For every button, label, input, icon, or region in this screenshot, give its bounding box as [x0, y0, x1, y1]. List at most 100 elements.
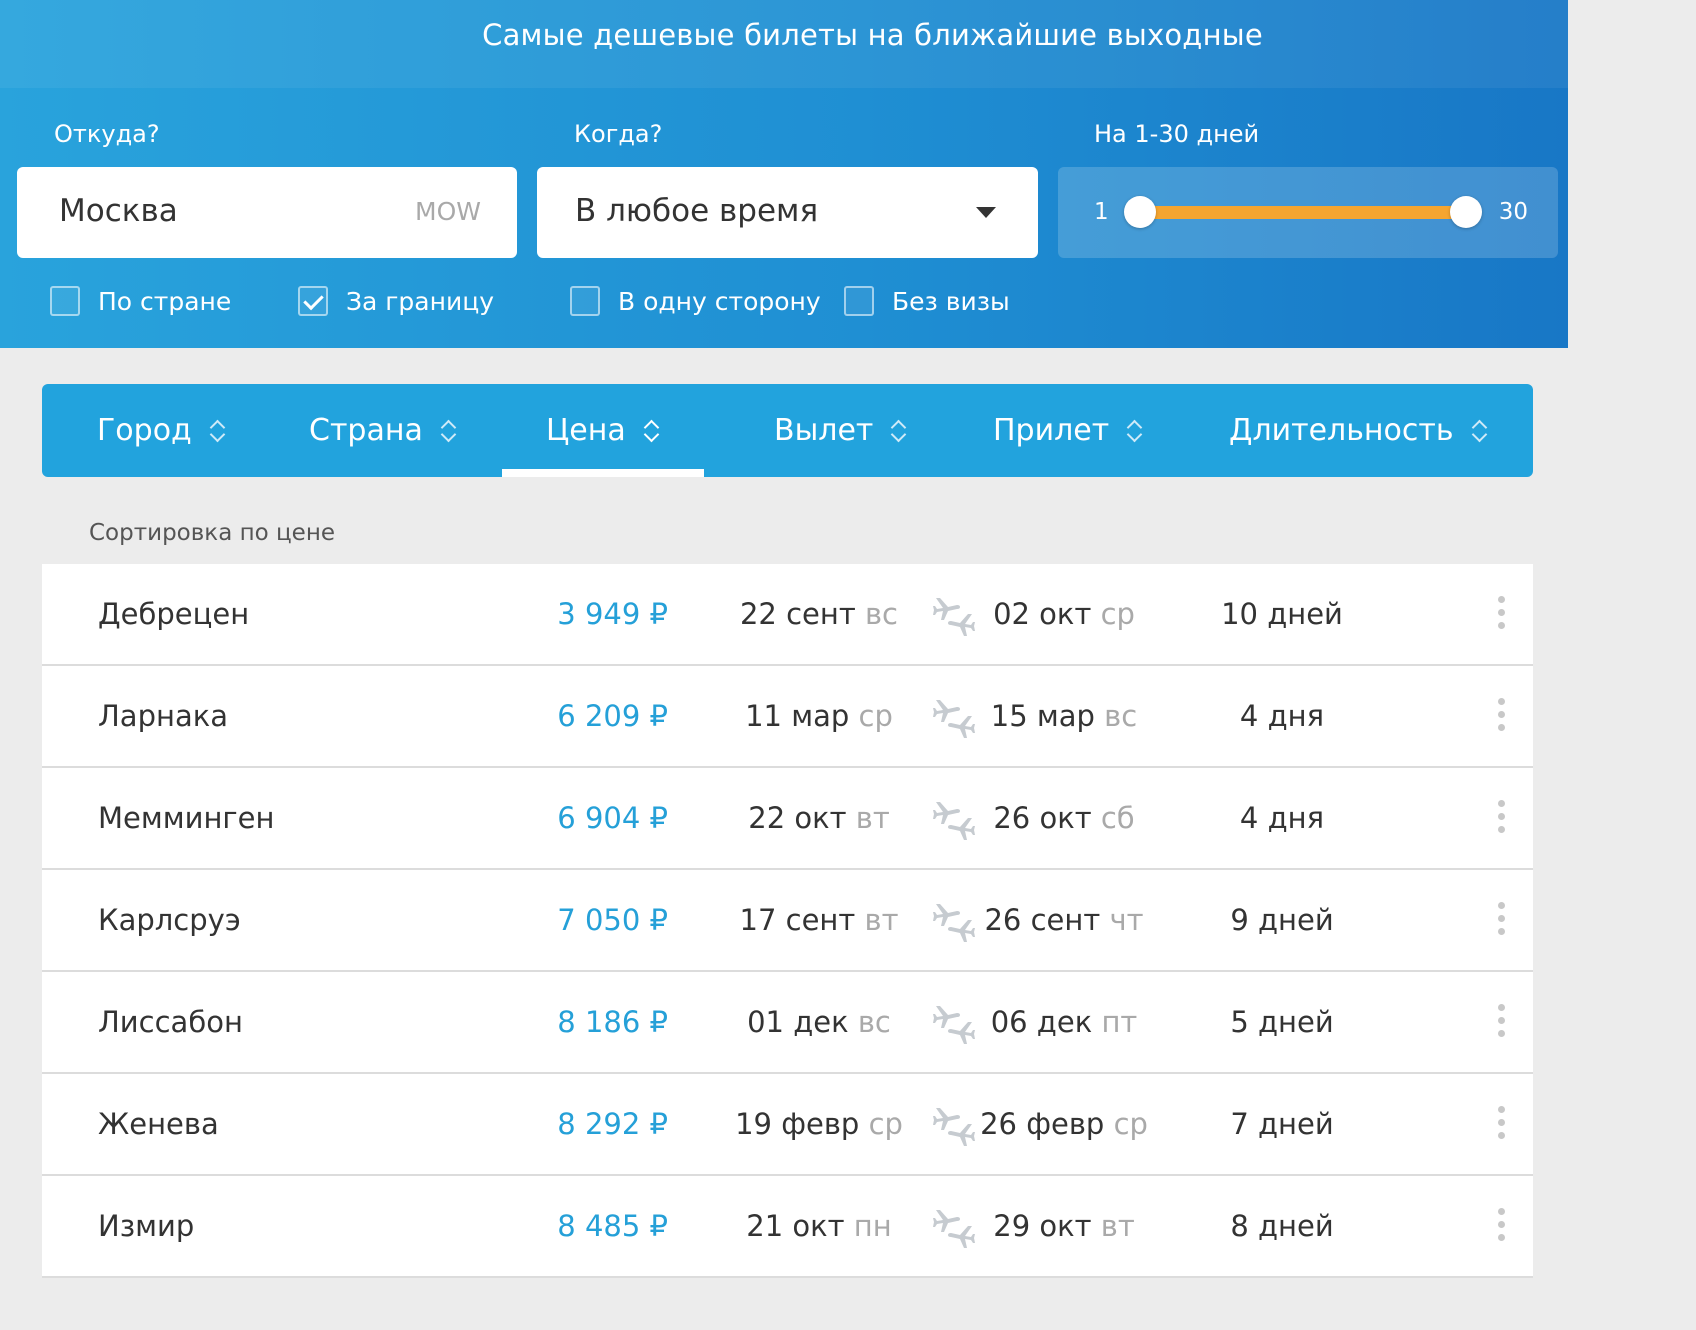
checkbox-label: В одну сторону: [618, 286, 821, 316]
when-dropdown[interactable]: В любое время: [537, 167, 1038, 258]
sort-chevrons-icon: [644, 419, 658, 443]
departure-weekday: вс: [857, 1005, 891, 1039]
departure-weekday: вт: [864, 903, 899, 937]
arrival-day-month: 29 окт: [993, 1209, 1092, 1243]
price: 8 186 ₽: [557, 1005, 668, 1039]
duration-label: На 1-30 дней: [1094, 120, 1260, 148]
checkbox-checked-icon[interactable]: [298, 286, 328, 316]
arrival-weekday: ср: [1113, 1107, 1148, 1141]
tab-label: Вылет: [774, 413, 874, 448]
arrival-weekday: чт: [1109, 903, 1144, 937]
checkbox-icon[interactable]: [50, 286, 80, 316]
result-row[interactable]: Дебрецен 3 949 ₽ 22 сент вс 02 окт ср 10 дне…: [42, 564, 1533, 666]
trip-duration: 4 дня: [1239, 699, 1325, 733]
more-vertical-icon[interactable]: [1498, 1208, 1506, 1244]
arrival-date: 26 февр ср: [967, 1074, 1161, 1174]
departure-weekday: вс: [864, 597, 899, 631]
sort-chevrons-icon: [1472, 419, 1486, 443]
caret-down-icon: [976, 207, 996, 218]
from-airport-code: MOW: [415, 197, 481, 226]
duration-max: 30: [1498, 199, 1528, 225]
more-vertical-icon[interactable]: [1498, 902, 1506, 938]
tab-arrival[interactable]: Прилет: [993, 384, 1141, 477]
result-row[interactable]: Мемминген 6 904 ₽ 22 окт вт 26 окт сб 4 дня: [42, 768, 1533, 870]
tab-label: Город: [97, 413, 192, 448]
checkbox-domestic[interactable]: По стране: [50, 283, 231, 319]
arrival-date: 06 дек пт: [967, 972, 1161, 1072]
departure-weekday: ср: [868, 1107, 903, 1141]
more-vertical-icon[interactable]: [1498, 698, 1506, 734]
more-vertical-icon[interactable]: [1498, 1004, 1506, 1040]
departure-date: 22 сент вс: [722, 564, 916, 664]
departure-date: 21 окт пн: [722, 1176, 916, 1276]
tab-city[interactable]: Город: [97, 384, 224, 477]
trip-duration: 10 дней: [1221, 597, 1343, 631]
departure-day-month: 11 мар: [745, 699, 850, 733]
checkbox-label: Без визы: [892, 286, 1010, 316]
departure-day-month: 19 февр: [735, 1107, 860, 1141]
departure-weekday: ср: [858, 699, 893, 733]
checkbox-icon[interactable]: [844, 286, 874, 316]
from-field[interactable]: Москва MOW: [17, 167, 517, 258]
arrival-day-month: 06 дек: [990, 1005, 1093, 1039]
result-row[interactable]: Измир 8 485 ₽ 21 окт пн 29 окт вт 8 дней: [42, 1176, 1533, 1278]
departure-date: 11 мар ср: [722, 666, 916, 766]
more-vertical-icon[interactable]: [1498, 596, 1506, 632]
checkbox-label: По стране: [98, 286, 232, 316]
sort-tabs: Город Страна Цена Вылет Прилет Длительно…: [42, 384, 1533, 477]
city-name: Женева: [98, 1107, 219, 1141]
arrival-weekday: ср: [1100, 597, 1135, 631]
results-list: Дебрецен 3 949 ₽ 22 сент вс 02 окт ср 10 дне…: [42, 564, 1533, 1278]
slider-thumb-min[interactable]: [1124, 196, 1156, 228]
checkbox-one-way[interactable]: В одну сторону: [570, 283, 821, 319]
arrival-date: 15 мар вс: [967, 666, 1161, 766]
tab-departure[interactable]: Вылет: [774, 384, 905, 477]
city-name: Лиссабон: [98, 1005, 243, 1039]
more-vertical-icon[interactable]: [1498, 1106, 1506, 1142]
slider-thumb-max[interactable]: [1450, 196, 1482, 228]
departure-day-month: 22 сент: [739, 597, 856, 631]
result-row[interactable]: Ларнака 6 209 ₽ 11 мар ср 15 мар вс 4 дня: [42, 666, 1533, 768]
tab-label: Цена: [546, 413, 626, 448]
arrival-day-month: 26 окт: [993, 801, 1092, 835]
price: 6 209 ₽: [557, 699, 668, 733]
sort-chevrons-icon: [210, 419, 224, 443]
tab-duration[interactable]: Длительность: [1229, 384, 1486, 477]
more-vertical-icon[interactable]: [1498, 800, 1506, 836]
tab-label: Прилет: [993, 413, 1110, 448]
departure-weekday: пн: [853, 1209, 892, 1243]
active-tab-indicator: [502, 469, 704, 477]
tab-country[interactable]: Страна: [309, 384, 455, 477]
from-label: Откуда?: [54, 120, 160, 148]
arrival-date: 26 сент чт: [967, 870, 1161, 970]
city-name: Ларнака: [98, 699, 229, 733]
result-row[interactable]: Женева 8 292 ₽19 февр ср 26 февр ср 7 дней: [42, 1074, 1533, 1176]
checkbox-abroad[interactable]: За границу: [298, 283, 494, 319]
result-row[interactable]: Карлсруэ 7 050 ₽ 17 сент вт 26 сент чт 9 дне…: [42, 870, 1533, 972]
departure-day-month: 22 окт: [748, 801, 847, 835]
departure-date: 01 дек вс: [722, 972, 916, 1072]
sort-chevrons-icon: [1127, 419, 1141, 443]
checkbox-no-visa[interactable]: Без визы: [844, 283, 1010, 319]
sort-chevrons-icon: [891, 419, 905, 443]
arrival-day-month: 02 окт: [993, 597, 1092, 631]
checkbox-icon[interactable]: [570, 286, 600, 316]
tab-label: Длительность: [1229, 413, 1454, 448]
trip-duration: 4 дня: [1239, 801, 1325, 835]
when-label: Когда?: [574, 120, 663, 148]
arrival-weekday: вт: [1100, 1209, 1135, 1243]
departure-date: 19 февр ср: [722, 1074, 916, 1174]
price: 8 292 ₽: [557, 1107, 668, 1141]
from-value: Москва: [59, 193, 178, 229]
result-row[interactable]: Лиссабон 8 186 ₽ 01 дек вс 06 дек пт 5 дней: [42, 972, 1533, 1074]
price: 8 485 ₽: [557, 1209, 668, 1243]
arrival-day-month: 15 мар: [990, 699, 1095, 733]
tab-price[interactable]: Цена: [546, 384, 658, 477]
city-name: Мемминген: [98, 801, 275, 835]
trip-duration: 8 дней: [1230, 1209, 1334, 1243]
arrival-weekday: сб: [1100, 801, 1135, 835]
duration-slider[interactable]: 1 30: [1058, 167, 1558, 258]
arrival-date: 29 окт вт: [967, 1176, 1161, 1276]
city-name: Карлсруэ: [98, 903, 241, 937]
city-name: Дебрецен: [98, 597, 250, 631]
